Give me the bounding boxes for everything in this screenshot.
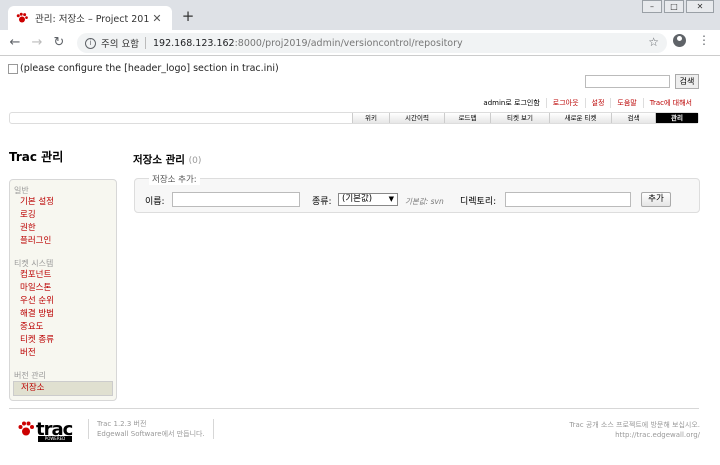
panel-item-basics[interactable]: 기본 설정 [13, 196, 113, 209]
footer-version[interactable]: Trac 1.2.3 버전 [97, 419, 205, 429]
admin-panel-menu: 일반 기본 설정 로깅 권한 플러그인 티켓 시스템 컴포넌트 마일스톤 우선 … [9, 179, 117, 401]
trac-page: (please configure the [header_logo] sect… [0, 56, 720, 465]
add-repository-form: 저장소 추가: 이름: 종류: (기본값) ▼ 기본값: svn 디렉토리: 추… [134, 173, 700, 213]
window-controls: – □ ✕ [640, 0, 714, 13]
page-title: 저장소 관리 (0) [133, 152, 201, 167]
footer-divider [9, 408, 699, 409]
main-navigation: 위키 시간이력 로드맵 티켓 보기 새로운 티켓 검색 관리 [9, 112, 699, 124]
trac-logo-powered: POWERED [38, 436, 72, 442]
browser-toolbar: ← → ↻ i 주의 요함 192.168.123.162:8000/proj2… [0, 30, 720, 56]
nav-admin[interactable]: 관리 [655, 113, 698, 123]
nav-roadmap[interactable]: 로드맵 [444, 113, 490, 123]
header-logo[interactable]: (please configure the [header_logo] sect… [8, 63, 279, 74]
directory-label: 디렉토리: [460, 197, 497, 207]
panel-item-components[interactable]: 컴포넌트 [13, 269, 113, 282]
security-label: 주의 요함 [101, 39, 139, 50]
form-legend: 저장소 추가: [149, 173, 200, 185]
footer-powered-by: Trac 1.2.3 버전 Edgewall Software에서 만듭니다. [88, 419, 214, 439]
window-close-icon[interactable]: ✕ [686, 0, 714, 13]
maximize-icon[interactable]: □ [664, 0, 684, 13]
reload-icon[interactable]: ↻ [48, 35, 70, 50]
footer-trac-link[interactable]: http://trac.edgewall.org/ [569, 430, 700, 440]
admin-title: Trac 관리 [9, 150, 64, 164]
panel-item-plugins[interactable]: 플러그인 [13, 235, 113, 248]
repository-count: (0) [188, 156, 202, 166]
panel-group-general: 일반 [14, 186, 29, 195]
nav-timeline[interactable]: 시간이력 [389, 113, 444, 123]
profile-icon[interactable] [673, 34, 686, 47]
bookmark-star-icon[interactable]: ☆ [648, 35, 659, 49]
panel-item-severities[interactable]: 중요도 [13, 321, 113, 334]
panel-item-resolutions[interactable]: 해결 방법 [13, 308, 113, 321]
logged-in-user: admin로 로그인함 [483, 99, 540, 107]
nav-search[interactable]: 검색 [611, 113, 655, 123]
url-host: 192.168.123.162 [152, 37, 235, 49]
footer-by-edgewall[interactable]: Edgewall Software에서 만듭니다. [97, 429, 205, 439]
logout-link[interactable]: 로그아웃 [553, 99, 579, 107]
search-input[interactable] [585, 75, 670, 88]
address-bar[interactable]: i 주의 요함 192.168.123.162:8000/proj2019/ad… [77, 33, 667, 53]
type-label: 종류: [312, 197, 332, 207]
new-tab-icon[interactable]: + [180, 9, 196, 25]
trac-paw-icon [18, 421, 34, 436]
header-logo-alt-text: (please configure the [header_logo] sect… [20, 63, 279, 74]
meta-navigation: admin로 로그인함 로그아웃 설정 도움말 Trac에 대해서 [477, 98, 698, 108]
url-path: :8000/proj2019/admin/versioncontrol/repo… [234, 37, 463, 49]
page-title-text: 저장소 관리 [133, 154, 185, 166]
nav-view-tickets[interactable]: 티켓 보기 [490, 113, 549, 123]
tab-close-icon[interactable]: ✕ [150, 12, 164, 25]
tab-title: 관리: 저장소 – Project 2019 [35, 14, 150, 25]
panel-group-ticket-system: 티켓 시스템 [14, 259, 54, 268]
name-label: 이름: [145, 197, 165, 207]
browser-chrome: 관리: 저장소 – Project 2019 ✕ + – □ ✕ ← → ↻ i… [0, 0, 720, 56]
back-icon[interactable]: ← [4, 35, 26, 50]
info-icon[interactable]: i [85, 37, 96, 49]
directory-input[interactable] [505, 192, 631, 207]
trac-logo[interactable]: trac POWERED [18, 419, 73, 443]
panel-item-priorities[interactable]: 우선 순위 [13, 295, 113, 308]
footer-right: Trac 공개 소스 프로젝트에 방문해 보십시오. http://trac.e… [569, 420, 700, 440]
broken-image-icon [8, 63, 18, 74]
search-button[interactable]: 검색 [675, 74, 699, 89]
chevron-down-icon: ▼ [388, 195, 394, 203]
panel-item-milestones[interactable]: 마일스톤 [13, 282, 113, 295]
forward-icon[interactable]: → [26, 35, 48, 50]
panel-item-versions[interactable]: 버전 [13, 347, 113, 360]
name-input[interactable] [172, 192, 300, 207]
footer-visit-text: Trac 공개 소스 프로젝트에 방문해 보십시오. [569, 421, 700, 429]
panel-group-version-control: 버전 관리 [14, 371, 46, 380]
browser-tab[interactable]: 관리: 저장소 – Project 2019 ✕ [8, 6, 172, 30]
tab-strip: 관리: 저장소 – Project 2019 ✕ + – □ ✕ [0, 0, 720, 30]
help-link[interactable]: 도움말 [617, 99, 636, 107]
panel-item-repositories[interactable]: 저장소 [13, 381, 113, 396]
nav-new-ticket[interactable]: 새로운 티켓 [549, 113, 611, 123]
minimize-icon[interactable]: – [642, 0, 662, 13]
type-select[interactable]: (기본값) ▼ [338, 193, 398, 206]
nav-wiki[interactable]: 위키 [352, 113, 389, 123]
about-trac-link[interactable]: Trac에 대해서 [650, 99, 692, 107]
omnibox-divider [144, 37, 146, 49]
add-button[interactable]: 추가 [641, 192, 671, 207]
browser-menu-icon[interactable]: ⋮ [698, 33, 710, 47]
panel-item-logging[interactable]: 로깅 [13, 209, 113, 222]
preferences-link[interactable]: 설정 [592, 99, 605, 107]
trac-favicon-icon [16, 12, 28, 23]
panel-item-permissions[interactable]: 권한 [13, 222, 113, 235]
type-hint: 기본값: svn [405, 197, 444, 206]
panel-item-ticket-types[interactable]: 티켓 종류 [13, 334, 113, 347]
type-select-value: (기본값) [342, 194, 373, 204]
